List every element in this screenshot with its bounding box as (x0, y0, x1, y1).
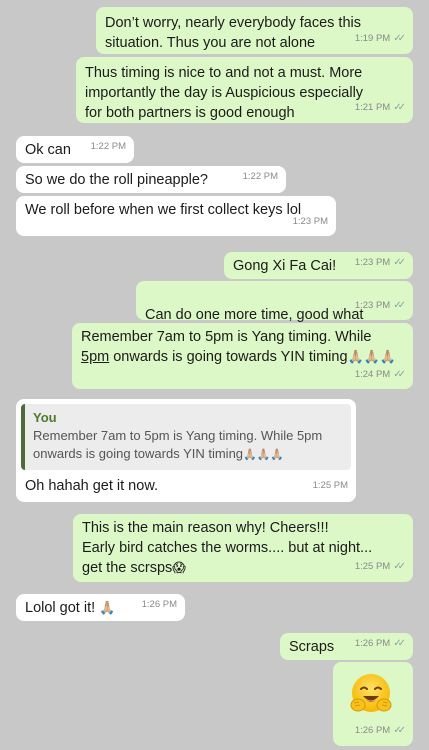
message-meta: 1:22 PM (91, 137, 126, 157)
message-text-body: Lolol got it! (25, 600, 96, 616)
message-meta: 1:23 PM ✓✓ (354, 253, 406, 273)
message-meta: 1:23 PM (293, 212, 328, 232)
message-bubble-outgoing[interactable]: Can do one more time, good what 💰 1:23 P… (136, 281, 413, 343)
message-bubble-outgoing[interactable]: Gong Xi Fa Cai! 1:23 PM ✓✓ (224, 252, 413, 279)
message-time: 1:25 PM (354, 561, 391, 572)
quoted-message[interactable]: You Remember 7am to 5pm is Yang timing. … (21, 404, 351, 470)
message-text-body: This is the main reason why! Cheers!!! E… (82, 520, 373, 576)
message-time: 1:26 PM (354, 638, 391, 649)
message-bubble-incoming[interactable]: So we do the roll pineapple? 1:22 PM (16, 166, 286, 193)
read-receipt-icon: ✓✓ (393, 33, 406, 44)
message-meta: 1:23 PM ✓✓ (354, 296, 406, 316)
read-receipt-icon: ✓✓ (393, 369, 406, 380)
message-bubble-outgoing-sticker[interactable]: 1:26 PM ✓✓ (333, 662, 413, 746)
read-receipt-icon: ✓✓ (393, 638, 406, 649)
message-time: 1:21 PM (354, 102, 391, 113)
read-receipt-icon: ✓✓ (393, 102, 406, 113)
message-text-line2: onwards is going towards YIN timing (109, 349, 348, 365)
message-text: So we do the roll pineapple? (25, 172, 208, 188)
message-time: 1:23 PM (354, 300, 391, 311)
message-bubble-incoming-reply[interactable]: You Remember 7am to 5pm is Yang timing. … (16, 399, 356, 502)
folded-hands-icon: 🙏🏼🙏🏼🙏🏼 (347, 350, 397, 365)
message-bubble-outgoing[interactable]: This is the main reason why! Cheers!!! E… (73, 514, 413, 582)
message-text-body: Can do one more time, good what (145, 307, 364, 323)
message-meta: 1:26 PM (142, 595, 177, 615)
message-bubble-outgoing[interactable]: Remember 7am to 5pm is Yang timing. Whil… (72, 323, 413, 389)
message-time: 1:25 PM (312, 480, 348, 491)
hugging-face-emoji-icon (350, 674, 392, 712)
screaming-face-icon: 😱 (172, 561, 186, 576)
message-time: 1:23 PM (292, 216, 328, 227)
read-receipt-icon: ✓✓ (393, 257, 406, 268)
read-receipt-icon: ✓✓ (393, 300, 406, 311)
message-time: 1:22 PM (242, 171, 278, 182)
quoted-message-text: Remember 7am to 5pm is Yang timing. Whil… (33, 427, 343, 464)
message-time: 1:26 PM (354, 725, 391, 736)
message-text: Oh hahah get it now. (25, 478, 159, 494)
read-receipt-icon: ✓✓ (393, 561, 406, 572)
message-bubble-outgoing[interactable]: Thus timing is nice to and not a must. M… (76, 57, 413, 123)
message-bubble-outgoing[interactable]: Don’t worry, nearly everybody faces this… (96, 7, 413, 54)
quoted-message-author: You (33, 410, 57, 425)
message-time: 1:19 PM (354, 33, 391, 44)
message-bubble-incoming[interactable]: Lolol got it! 🙏🏼 1:26 PM (16, 594, 185, 621)
message-time: 1:26 PM (141, 599, 177, 610)
message-meta: 1:25 PM ✓✓ (354, 557, 406, 577)
message-time: 1:24 PM (354, 369, 391, 380)
message-bubble-incoming[interactable]: We roll before when we first collect key… (16, 196, 336, 236)
folded-hands-icon: 🙏🏼🙏🏼🙏🏼 (243, 448, 285, 461)
message-meta: 1:21 PM ✓✓ (354, 98, 406, 118)
read-receipt-icon: ✓✓ (393, 725, 406, 736)
message-text-line1: Remember 7am to 5pm is Yang timing. Whil… (81, 329, 372, 345)
message-meta: 1:25 PM (313, 476, 348, 496)
message-bubble-outgoing[interactable]: Scraps 1:26 PM ✓✓ (280, 633, 413, 660)
message-bubble-incoming[interactable]: Ok can 1:22 PM (16, 136, 134, 163)
message-time: 1:22 PM (90, 141, 126, 152)
message-meta: 1:22 PM (243, 167, 278, 187)
folded-hands-icon: 🙏🏼 (99, 601, 116, 616)
message-text: We roll before when we first collect key… (25, 202, 302, 218)
message-meta: 1:26 PM ✓✓ (354, 634, 406, 654)
message-text-link[interactable]: 5pm (81, 349, 109, 365)
message-time: 1:23 PM (354, 257, 391, 268)
message-meta: 1:24 PM ✓✓ (354, 365, 406, 385)
message-meta: 1:26 PM ✓✓ (354, 721, 406, 741)
message-meta: 1:19 PM ✓✓ (354, 29, 406, 49)
message-text: Remember 7am to 5pm is Yang timing. Whil… (81, 327, 404, 368)
